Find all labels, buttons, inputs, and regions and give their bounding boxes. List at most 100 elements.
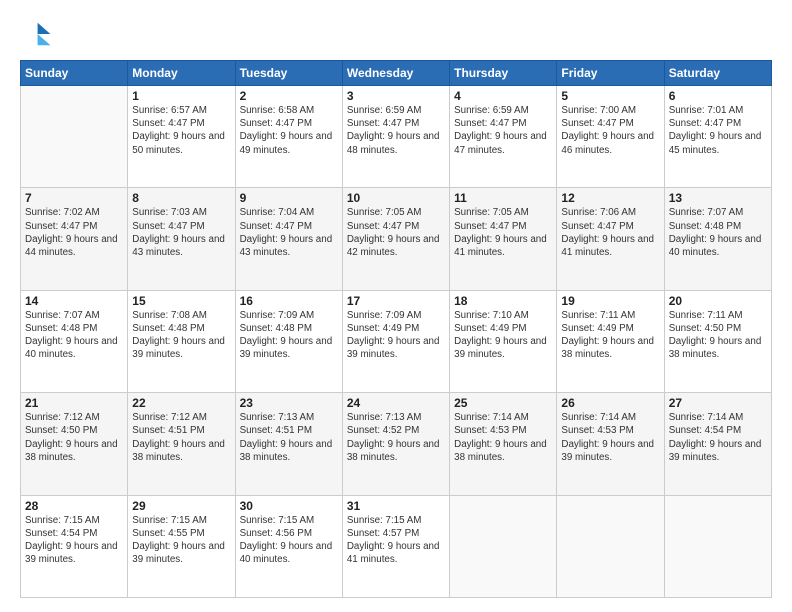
- day-number: 31: [347, 499, 445, 513]
- day-number: 17: [347, 294, 445, 308]
- day-info: Sunrise: 7:12 AMSunset: 4:50 PMDaylight:…: [25, 411, 123, 464]
- day-info: Sunrise: 7:13 AMSunset: 4:52 PMDaylight:…: [347, 411, 445, 464]
- day-info: Sunrise: 7:01 AMSunset: 4:47 PMDaylight:…: [669, 104, 767, 157]
- day-info: Sunrise: 7:06 AMSunset: 4:47 PMDaylight:…: [561, 206, 659, 259]
- day-number: 11: [454, 191, 552, 205]
- day-number: 29: [132, 499, 230, 513]
- day-number: 5: [561, 89, 659, 103]
- day-info: Sunrise: 7:09 AMSunset: 4:49 PMDaylight:…: [347, 309, 445, 362]
- day-info: Sunrise: 7:14 AMSunset: 4:53 PMDaylight:…: [454, 411, 552, 464]
- calendar-cell: 10Sunrise: 7:05 AMSunset: 4:47 PMDayligh…: [342, 188, 449, 290]
- calendar-cell: 12Sunrise: 7:06 AMSunset: 4:47 PMDayligh…: [557, 188, 664, 290]
- calendar: SundayMondayTuesdayWednesdayThursdayFrid…: [20, 60, 772, 598]
- weekday-header-tuesday: Tuesday: [235, 61, 342, 86]
- day-info: Sunrise: 7:10 AMSunset: 4:49 PMDaylight:…: [454, 309, 552, 362]
- calendar-cell: 27Sunrise: 7:14 AMSunset: 4:54 PMDayligh…: [664, 393, 771, 495]
- weekday-header-monday: Monday: [128, 61, 235, 86]
- day-number: 1: [132, 89, 230, 103]
- day-number: 3: [347, 89, 445, 103]
- day-info: Sunrise: 7:07 AMSunset: 4:48 PMDaylight:…: [669, 206, 767, 259]
- day-number: 8: [132, 191, 230, 205]
- day-number: 24: [347, 396, 445, 410]
- calendar-cell: 11Sunrise: 7:05 AMSunset: 4:47 PMDayligh…: [450, 188, 557, 290]
- day-number: 4: [454, 89, 552, 103]
- header: [20, 18, 772, 50]
- calendar-cell: 19Sunrise: 7:11 AMSunset: 4:49 PMDayligh…: [557, 290, 664, 392]
- calendar-cell: 7Sunrise: 7:02 AMSunset: 4:47 PMDaylight…: [21, 188, 128, 290]
- calendar-cell: 8Sunrise: 7:03 AMSunset: 4:47 PMDaylight…: [128, 188, 235, 290]
- day-info: Sunrise: 7:02 AMSunset: 4:47 PMDaylight:…: [25, 206, 123, 259]
- day-number: 23: [240, 396, 338, 410]
- logo: [20, 18, 56, 50]
- day-number: 14: [25, 294, 123, 308]
- day-info: Sunrise: 7:04 AMSunset: 4:47 PMDaylight:…: [240, 206, 338, 259]
- day-info: Sunrise: 6:59 AMSunset: 4:47 PMDaylight:…: [347, 104, 445, 157]
- day-number: 20: [669, 294, 767, 308]
- day-number: 2: [240, 89, 338, 103]
- day-info: Sunrise: 7:12 AMSunset: 4:51 PMDaylight:…: [132, 411, 230, 464]
- day-number: 19: [561, 294, 659, 308]
- calendar-cell: 9Sunrise: 7:04 AMSunset: 4:47 PMDaylight…: [235, 188, 342, 290]
- day-number: 22: [132, 396, 230, 410]
- calendar-cell: [557, 495, 664, 597]
- logo-icon: [20, 18, 52, 50]
- day-number: 28: [25, 499, 123, 513]
- calendar-cell: 14Sunrise: 7:07 AMSunset: 4:48 PMDayligh…: [21, 290, 128, 392]
- day-info: Sunrise: 7:08 AMSunset: 4:48 PMDaylight:…: [132, 309, 230, 362]
- day-number: 25: [454, 396, 552, 410]
- calendar-cell: 4Sunrise: 6:59 AMSunset: 4:47 PMDaylight…: [450, 86, 557, 188]
- calendar-cell: 25Sunrise: 7:14 AMSunset: 4:53 PMDayligh…: [450, 393, 557, 495]
- calendar-cell: 24Sunrise: 7:13 AMSunset: 4:52 PMDayligh…: [342, 393, 449, 495]
- weekday-header-row: SundayMondayTuesdayWednesdayThursdayFrid…: [21, 61, 772, 86]
- weekday-header-wednesday: Wednesday: [342, 61, 449, 86]
- day-number: 21: [25, 396, 123, 410]
- day-number: 27: [669, 396, 767, 410]
- day-number: 13: [669, 191, 767, 205]
- weekday-header-sunday: Sunday: [21, 61, 128, 86]
- calendar-cell: 18Sunrise: 7:10 AMSunset: 4:49 PMDayligh…: [450, 290, 557, 392]
- day-number: 7: [25, 191, 123, 205]
- day-info: Sunrise: 7:15 AMSunset: 4:54 PMDaylight:…: [25, 514, 123, 567]
- calendar-week-5: 28Sunrise: 7:15 AMSunset: 4:54 PMDayligh…: [21, 495, 772, 597]
- calendar-cell: 16Sunrise: 7:09 AMSunset: 4:48 PMDayligh…: [235, 290, 342, 392]
- calendar-cell: 23Sunrise: 7:13 AMSunset: 4:51 PMDayligh…: [235, 393, 342, 495]
- day-number: 10: [347, 191, 445, 205]
- day-info: Sunrise: 6:58 AMSunset: 4:47 PMDaylight:…: [240, 104, 338, 157]
- day-number: 16: [240, 294, 338, 308]
- calendar-week-1: 1Sunrise: 6:57 AMSunset: 4:47 PMDaylight…: [21, 86, 772, 188]
- calendar-cell: 26Sunrise: 7:14 AMSunset: 4:53 PMDayligh…: [557, 393, 664, 495]
- day-info: Sunrise: 7:11 AMSunset: 4:50 PMDaylight:…: [669, 309, 767, 362]
- day-info: Sunrise: 6:59 AMSunset: 4:47 PMDaylight:…: [454, 104, 552, 157]
- calendar-cell: [21, 86, 128, 188]
- calendar-cell: 1Sunrise: 6:57 AMSunset: 4:47 PMDaylight…: [128, 86, 235, 188]
- calendar-cell: 6Sunrise: 7:01 AMSunset: 4:47 PMDaylight…: [664, 86, 771, 188]
- weekday-header-thursday: Thursday: [450, 61, 557, 86]
- day-info: Sunrise: 7:05 AMSunset: 4:47 PMDaylight:…: [347, 206, 445, 259]
- weekday-header-saturday: Saturday: [664, 61, 771, 86]
- calendar-cell: 5Sunrise: 7:00 AMSunset: 4:47 PMDaylight…: [557, 86, 664, 188]
- calendar-cell: 20Sunrise: 7:11 AMSunset: 4:50 PMDayligh…: [664, 290, 771, 392]
- day-info: Sunrise: 7:00 AMSunset: 4:47 PMDaylight:…: [561, 104, 659, 157]
- calendar-cell: 17Sunrise: 7:09 AMSunset: 4:49 PMDayligh…: [342, 290, 449, 392]
- calendar-cell: 28Sunrise: 7:15 AMSunset: 4:54 PMDayligh…: [21, 495, 128, 597]
- day-number: 30: [240, 499, 338, 513]
- day-number: 15: [132, 294, 230, 308]
- day-info: Sunrise: 7:15 AMSunset: 4:55 PMDaylight:…: [132, 514, 230, 567]
- day-info: Sunrise: 7:14 AMSunset: 4:54 PMDaylight:…: [669, 411, 767, 464]
- day-info: Sunrise: 7:14 AMSunset: 4:53 PMDaylight:…: [561, 411, 659, 464]
- day-number: 18: [454, 294, 552, 308]
- calendar-week-2: 7Sunrise: 7:02 AMSunset: 4:47 PMDaylight…: [21, 188, 772, 290]
- day-number: 6: [669, 89, 767, 103]
- calendar-cell: [664, 495, 771, 597]
- day-number: 9: [240, 191, 338, 205]
- day-info: Sunrise: 7:05 AMSunset: 4:47 PMDaylight:…: [454, 206, 552, 259]
- day-info: Sunrise: 6:57 AMSunset: 4:47 PMDaylight:…: [132, 104, 230, 157]
- day-info: Sunrise: 7:13 AMSunset: 4:51 PMDaylight:…: [240, 411, 338, 464]
- day-number: 12: [561, 191, 659, 205]
- calendar-cell: 15Sunrise: 7:08 AMSunset: 4:48 PMDayligh…: [128, 290, 235, 392]
- calendar-cell: 3Sunrise: 6:59 AMSunset: 4:47 PMDaylight…: [342, 86, 449, 188]
- calendar-cell: 30Sunrise: 7:15 AMSunset: 4:56 PMDayligh…: [235, 495, 342, 597]
- day-info: Sunrise: 7:15 AMSunset: 4:56 PMDaylight:…: [240, 514, 338, 567]
- weekday-header-friday: Friday: [557, 61, 664, 86]
- calendar-cell: 22Sunrise: 7:12 AMSunset: 4:51 PMDayligh…: [128, 393, 235, 495]
